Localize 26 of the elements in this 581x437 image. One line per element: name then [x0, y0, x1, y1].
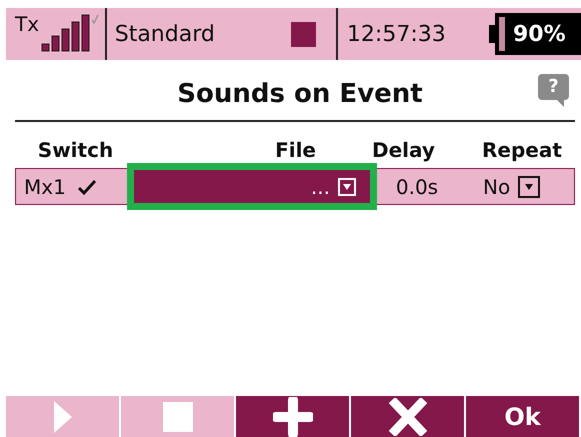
plus-icon: [272, 396, 312, 436]
dropdown-icon: [338, 178, 356, 196]
delete-button[interactable]: [351, 396, 464, 437]
model-color-icon: [290, 22, 316, 46]
battery-level-bar: [499, 17, 505, 51]
delay-value[interactable]: 0.0s: [377, 174, 477, 198]
column-header: Repeat: [481, 138, 563, 162]
repeat-value[interactable]: No: [483, 174, 510, 198]
check-icon: [78, 178, 96, 194]
model-name[interactable]: Standard: [114, 22, 215, 46]
battery-percent: 90%: [513, 22, 566, 46]
stop-icon: [162, 402, 192, 432]
dropdown-icon[interactable]: [518, 176, 540, 198]
play-icon: [52, 400, 72, 434]
column-header: File: [274, 138, 317, 162]
screen-title: Sounds on Event: [176, 78, 423, 111]
column-header: Delay: [372, 138, 436, 162]
tx-label: Tx: [15, 14, 40, 34]
clock-time: 12:57:33: [346, 22, 446, 46]
ok-button[interactable]: Ok: [466, 396, 579, 437]
switch-name[interactable]: Mx1: [24, 174, 66, 198]
signal-icon: [41, 14, 100, 54]
file-dropdown[interactable]: ...: [127, 163, 377, 210]
column-header: Switch: [36, 138, 114, 162]
add-button[interactable]: [236, 396, 349, 437]
close-icon: [388, 398, 428, 436]
